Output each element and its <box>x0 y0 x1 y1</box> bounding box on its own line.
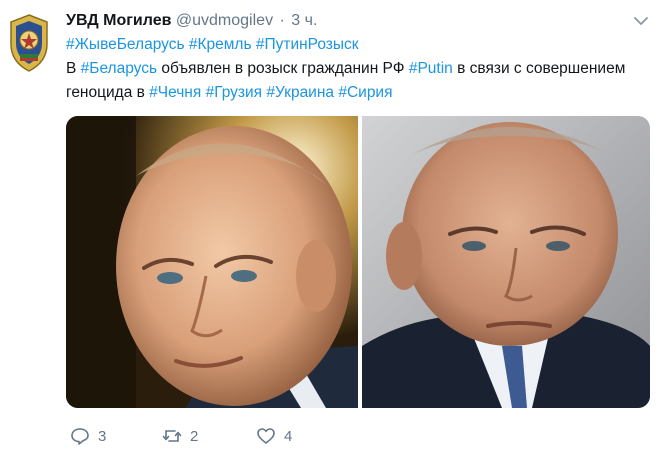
tweet-text: в связи с совершением <box>452 60 626 77</box>
tweet-text-line: В #Беларусь объявлен в розыск гражданин … <box>66 58 625 80</box>
portrait-photo-right <box>362 116 650 408</box>
hashtag-link[interactable]: #ЖывеБеларусь <box>66 36 185 53</box>
hashtag-link[interactable]: #ПутинРозыск <box>256 36 359 53</box>
portrait-photo-left <box>66 116 358 408</box>
author-handle[interactable]: @uvdmogilev <box>176 12 273 29</box>
tweet-hashtags-line: #ЖывеБеларусь #Кремль #ПутинРозыск <box>66 34 359 56</box>
tweet-text-line: геноцида в #Чечня #Грузия #Украина #Сири… <box>66 82 393 104</box>
hashtag-link[interactable]: #Украина <box>266 84 334 101</box>
heart-icon <box>257 428 275 444</box>
photo-right[interactable] <box>362 116 650 408</box>
author-name[interactable]: УВД Могилев <box>66 12 171 29</box>
photo-left[interactable] <box>66 116 358 408</box>
tweet-actions: 3 2 4 <box>66 422 366 450</box>
tweet-header: УВД Могилев @uvdmogilev · 3 ч. <box>66 10 623 32</box>
separator-dot: · <box>279 12 285 29</box>
reply-button[interactable]: 3 <box>70 422 106 450</box>
like-count: 4 <box>284 427 293 445</box>
retweet-count: 2 <box>190 427 199 445</box>
reply-count: 3 <box>98 427 107 445</box>
tweet-text: геноцида в <box>66 84 150 101</box>
avatar[interactable] <box>6 12 52 74</box>
reply-icon <box>71 428 89 445</box>
retweet-button[interactable]: 2 <box>162 422 198 450</box>
hashtag-link[interactable]: #Грузия <box>206 84 263 101</box>
tweet-time[interactable]: 3 ч. <box>291 12 317 29</box>
tweet-text: объявлен в розыск гражданин РФ <box>157 60 409 77</box>
chevron-down-icon[interactable] <box>632 12 650 30</box>
retweet-icon <box>162 430 182 442</box>
tweet-text: В <box>66 60 81 77</box>
like-button[interactable]: 4 <box>256 422 292 450</box>
tweet-card: УВД Могилев @uvdmogilev · 3 ч. #ЖывеБела… <box>0 0 663 465</box>
hashtag-link[interactable]: #Беларусь <box>81 60 157 77</box>
police-emblem-icon <box>10 14 48 72</box>
hashtag-link[interactable]: #Putin <box>409 60 453 77</box>
hashtag-link[interactable]: #Чечня <box>149 84 201 101</box>
hashtag-link[interactable]: #Сирия <box>338 84 392 101</box>
hashtag-link[interactable]: #Кремль <box>189 36 252 53</box>
